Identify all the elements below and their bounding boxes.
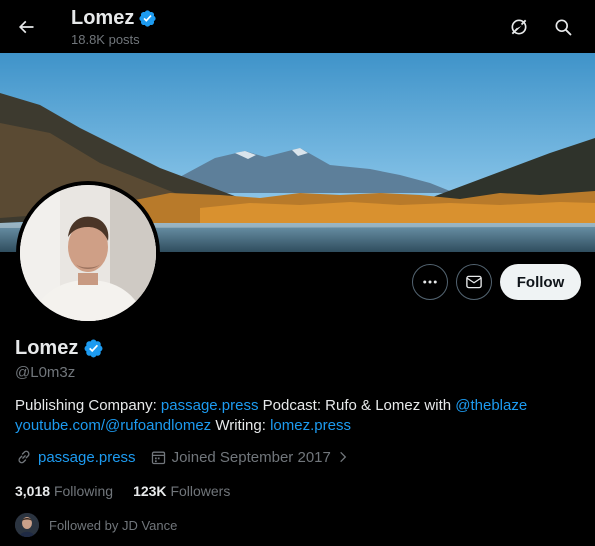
following-count-link[interactable]: 3,018 Following xyxy=(15,483,113,499)
bio-link-passage[interactable]: passage.press xyxy=(161,397,259,414)
followed-by-text: Followed by JD Vance xyxy=(49,517,178,533)
grok-icon xyxy=(511,19,527,35)
more-button[interactable] xyxy=(412,264,448,300)
joined-item[interactable]: Joined September 2017 xyxy=(150,449,350,466)
profile-name: Lomez xyxy=(15,337,79,359)
bio-mention-theblaze[interactable]: @theblaze xyxy=(455,397,527,414)
grok-button[interactable] xyxy=(505,13,533,41)
back-arrow-icon xyxy=(18,20,34,34)
followers-label: Followers xyxy=(170,483,231,499)
message-button[interactable] xyxy=(456,264,492,300)
bio-link-lomez[interactable]: lomez.press xyxy=(270,417,351,434)
more-icon xyxy=(423,280,437,284)
website-item: passage.press xyxy=(15,448,136,466)
header-name-row: Lomez xyxy=(71,6,157,30)
top-bar: Lomez 18.8K posts xyxy=(0,0,595,53)
profile-handle: @L0m3z xyxy=(15,364,76,381)
bio-text: Publishing Company: xyxy=(15,397,161,414)
profile-name-row: Lomez xyxy=(15,337,104,360)
followers-count-link[interactable]: 123K Followers xyxy=(133,483,230,499)
follow-counts: 3,018 Following 123K Followers xyxy=(15,483,230,499)
header-post-count: 18.8K posts xyxy=(71,32,140,47)
header-name: Lomez xyxy=(71,7,135,29)
verified-badge-icon xyxy=(139,9,156,27)
message-icon xyxy=(466,275,482,289)
back-button[interactable] xyxy=(12,13,40,41)
chevron-right-icon xyxy=(340,451,347,463)
following-count: 3,018 xyxy=(15,483,51,499)
joined-date: Joined September 2017 xyxy=(171,448,331,466)
search-button[interactable] xyxy=(549,13,577,41)
profile-meta: passage.press Joined September 2017 xyxy=(15,448,350,466)
bio-link-youtube[interactable]: youtube.com/@rufoandlomez xyxy=(15,417,211,434)
bio-text: Writing: xyxy=(211,417,271,434)
link-icon xyxy=(18,450,30,464)
bio-text: Podcast: Rufo & Lomez with xyxy=(258,397,456,414)
following-label: Following xyxy=(53,483,114,499)
profile-avatar[interactable] xyxy=(16,181,160,325)
profile-bio: Publishing Company: passage.press Podcas… xyxy=(15,396,575,436)
followers-count: 123K xyxy=(133,483,167,499)
header-title: Lomez 18.8K posts xyxy=(71,6,157,47)
website-link[interactable]: passage.press xyxy=(38,449,136,466)
search-icon xyxy=(555,19,572,36)
follower-avatar xyxy=(15,513,39,537)
followed-by[interactable]: Followed by JD Vance xyxy=(15,513,177,537)
follow-button[interactable]: Follow xyxy=(500,264,581,300)
calendar-icon xyxy=(151,451,165,464)
verified-badge-icon[interactable] xyxy=(83,338,104,359)
avatar-image xyxy=(20,185,156,321)
